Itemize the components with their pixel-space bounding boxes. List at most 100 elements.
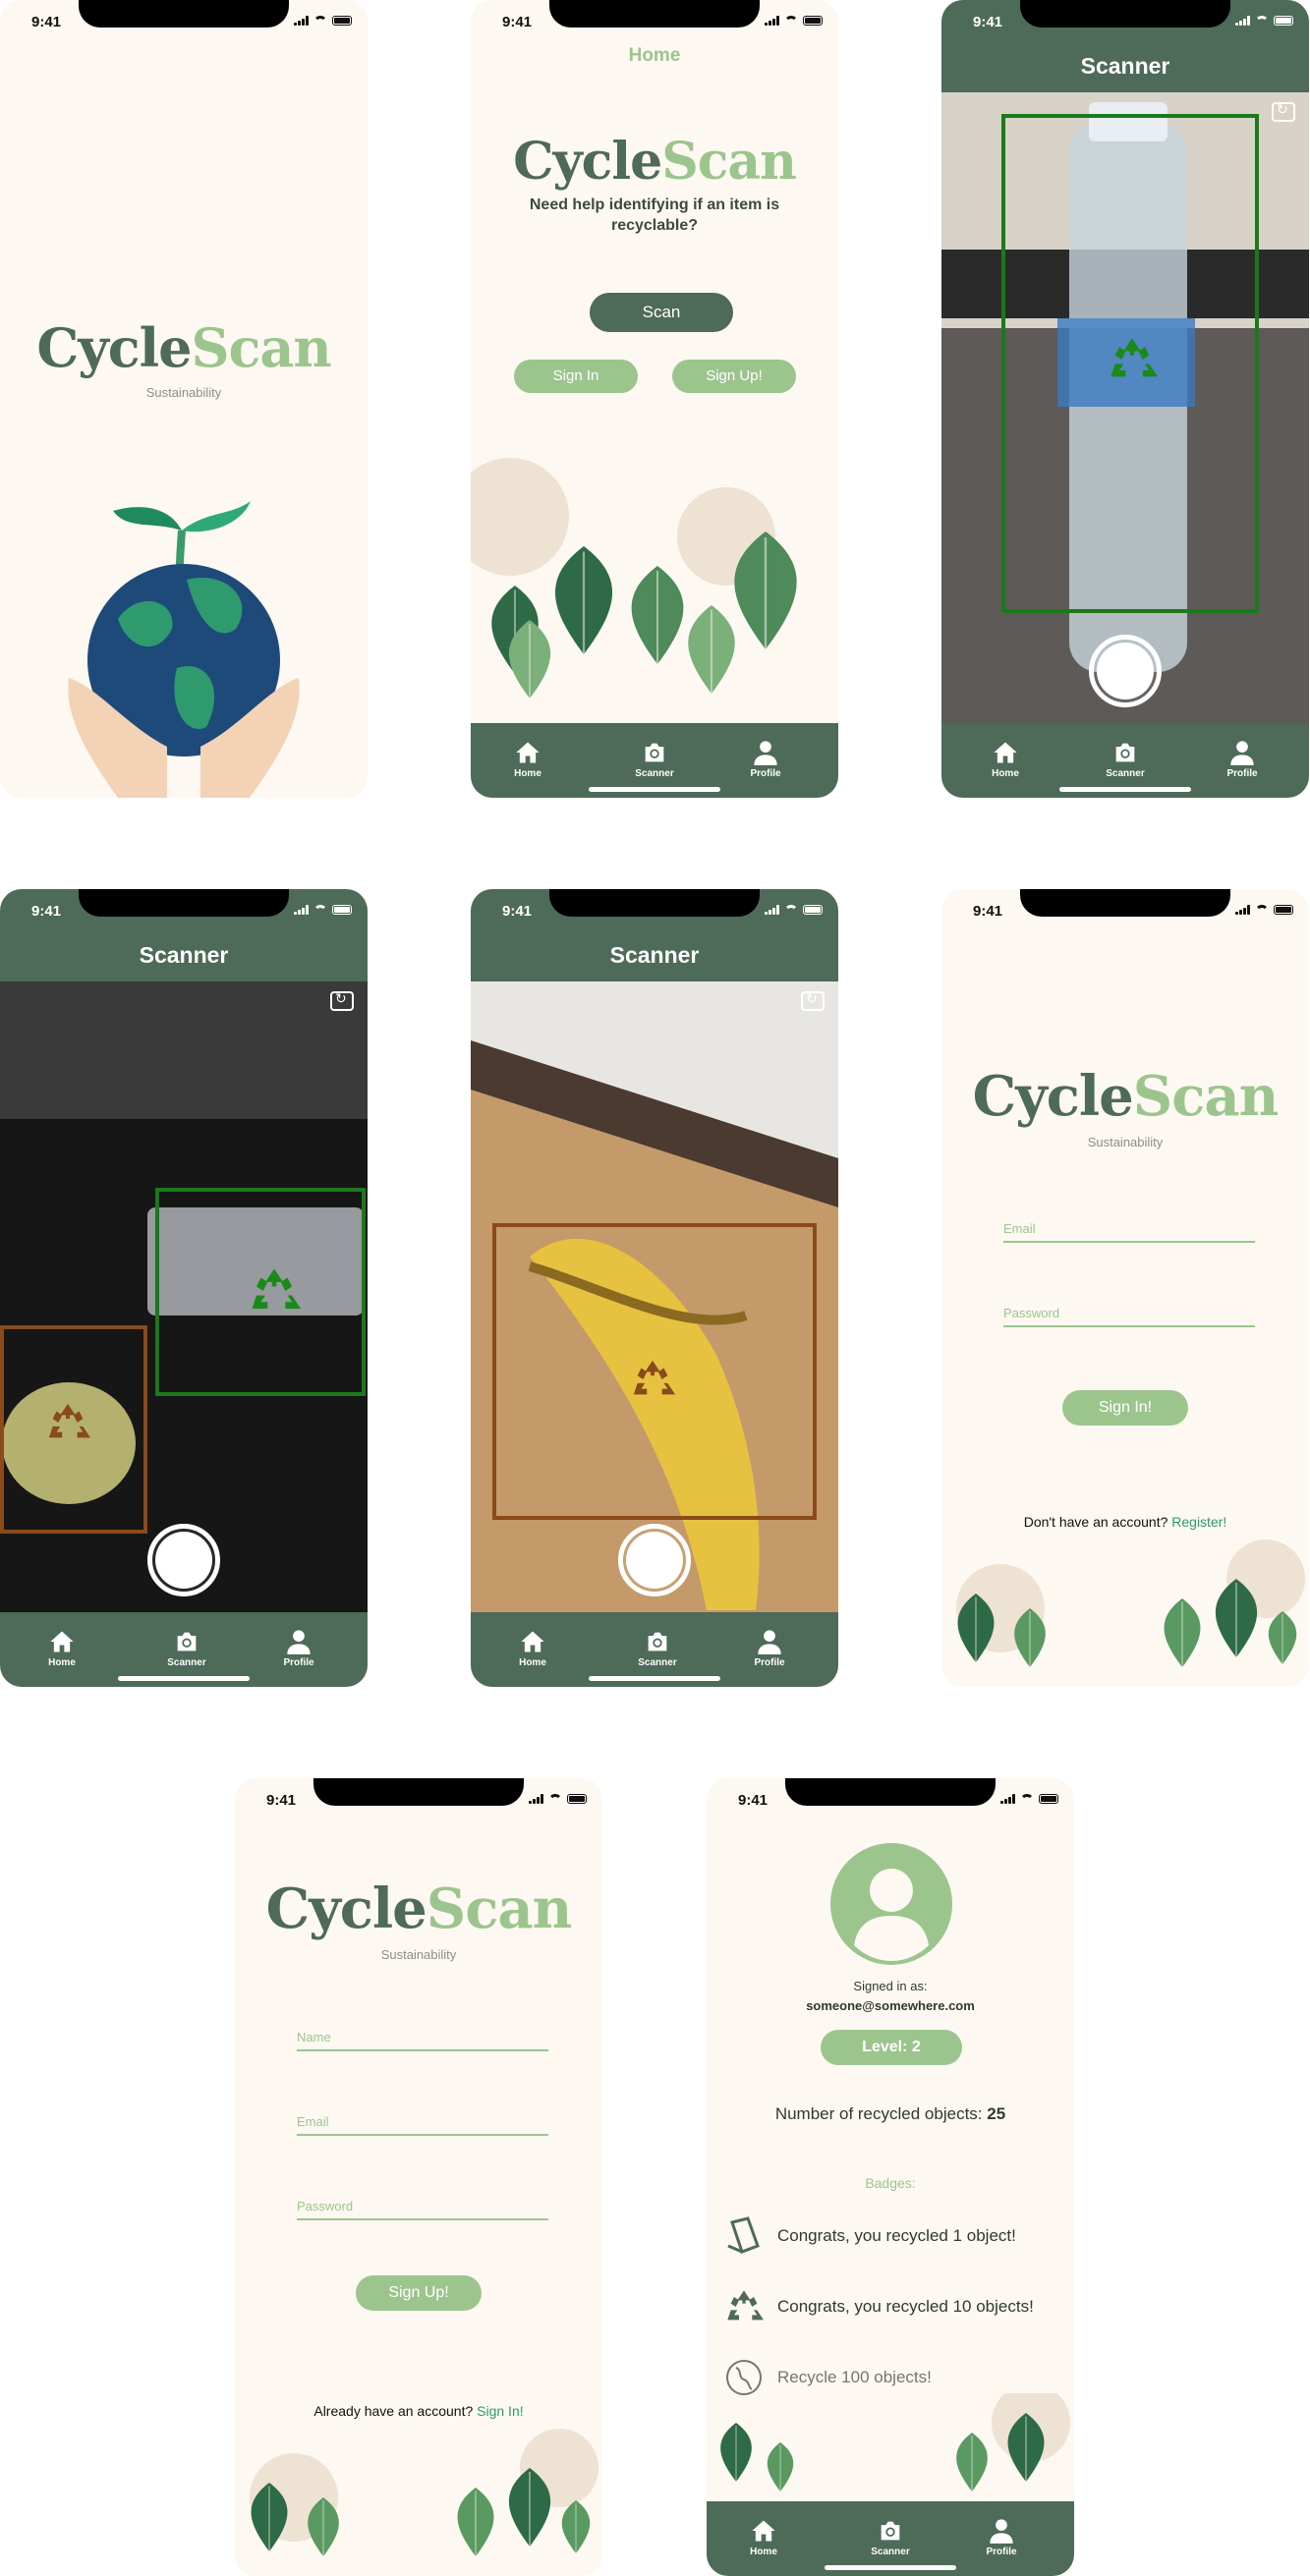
- battery-icon: [1039, 1794, 1058, 1804]
- battery-icon: [332, 16, 352, 26]
- signal-icon: [765, 16, 779, 26]
- signal-icon: [529, 1794, 543, 1804]
- badge-item: Congrats, you recycled 10 objects!: [724, 2287, 1034, 2326]
- leaves-illustration: [471, 458, 838, 700]
- shutter-button[interactable]: [147, 1524, 220, 1596]
- shutter-button[interactable]: [1089, 635, 1162, 707]
- home-icon: [992, 739, 1019, 766]
- home-indicator: [825, 2565, 956, 2570]
- page-title: Scanner: [1080, 53, 1170, 79]
- recycle-icon: [1107, 334, 1158, 385]
- home-indicator: [1059, 787, 1191, 792]
- tab-scanner[interactable]: Scanner: [625, 739, 684, 779]
- badges-title: Badges:: [865, 2175, 916, 2191]
- status-bar: 9:41: [471, 899, 838, 920]
- recycle-icon: [724, 2287, 764, 2326]
- tab-profile[interactable]: Profile: [269, 1628, 328, 1668]
- signal-icon: [765, 905, 779, 915]
- flip-camera-icon[interactable]: [801, 990, 825, 1011]
- badge-item: Congrats, you recycled 1 object!: [724, 2216, 1016, 2256]
- globe-icon: [726, 2360, 762, 2395]
- email-field[interactable]: Email: [1003, 1221, 1255, 1243]
- sign-in-link[interactable]: Sign In!: [477, 2403, 523, 2419]
- recycle-icon: [248, 1264, 301, 1317]
- tab-home[interactable]: Home: [503, 1628, 562, 1668]
- tab-home[interactable]: Home: [976, 739, 1035, 779]
- signal-icon: [294, 16, 309, 26]
- status-time: 9:41: [502, 903, 533, 920]
- tab-profile[interactable]: Profile: [736, 739, 795, 779]
- status-time: 9:41: [266, 1792, 297, 1809]
- tab-scanner[interactable]: Scanner: [157, 1628, 216, 1668]
- tagline: Sustainability: [145, 385, 222, 400]
- sign-in-prompt: Already have an account? Sign In!: [313, 2403, 524, 2419]
- app-logo: CycleScan: [972, 1064, 1280, 1129]
- tagline: Sustainability: [1087, 1135, 1164, 1149]
- profile-icon: [285, 1628, 313, 1655]
- shutter-button[interactable]: [618, 1524, 691, 1596]
- tab-scanner[interactable]: Scanner: [628, 1628, 687, 1668]
- status-bar: 9:41: [941, 899, 1309, 920]
- profile-icon: [756, 1628, 783, 1655]
- sign-up-button[interactable]: Sign Up!: [356, 2275, 482, 2311]
- wifi-icon: [548, 1794, 562, 1804]
- battery-icon: [1274, 905, 1293, 915]
- tab-profile[interactable]: Profile: [1213, 739, 1272, 779]
- tab-scanner[interactable]: Scanner: [1096, 739, 1155, 779]
- scanner-screen-mixed: Scanner 9:41 Home Scanner Profile: [0, 889, 368, 1687]
- register-prompt: Don't have an account? Register!: [1023, 1514, 1227, 1530]
- home-indicator: [589, 787, 720, 792]
- wifi-icon: [313, 16, 327, 26]
- home-indicator: [118, 1676, 250, 1681]
- tab-home[interactable]: Home: [498, 739, 557, 779]
- flip-camera-icon[interactable]: [330, 990, 354, 1011]
- battery-icon: [567, 1794, 587, 1804]
- tab-home[interactable]: Home: [734, 2517, 793, 2557]
- password-field[interactable]: Password: [297, 2199, 548, 2220]
- level-badge: Level: 2: [821, 2030, 962, 2065]
- user-email: someone@somewhere.com: [806, 1998, 975, 2013]
- status-bar: 9:41: [941, 10, 1309, 30]
- wifi-icon: [1020, 1794, 1034, 1804]
- status-time: 9:41: [973, 14, 1003, 30]
- page-title: Home: [628, 45, 681, 66]
- status-time: 9:41: [31, 903, 62, 920]
- tab-profile[interactable]: Profile: [972, 2517, 1031, 2557]
- status-time: 9:41: [738, 1792, 769, 1809]
- scan-button[interactable]: Scan: [590, 293, 733, 332]
- status-bar: 9:41: [0, 899, 368, 920]
- compost-icon: [630, 1357, 675, 1402]
- home-icon: [750, 2517, 777, 2545]
- app-logo: CycleScan: [36, 316, 331, 379]
- name-field[interactable]: Name: [297, 2030, 548, 2051]
- status-bar: 9:41: [0, 10, 368, 30]
- recycled-count-line: Number of recycled objects: 25: [774, 2104, 1006, 2123]
- status-bar: 9:41: [707, 1788, 1074, 1809]
- email-field[interactable]: Email: [297, 2114, 548, 2136]
- password-field[interactable]: Password: [1003, 1306, 1255, 1327]
- page-title: Scanner: [139, 942, 229, 968]
- bottle-icon: [727, 2216, 760, 2254]
- sign-up-button[interactable]: Sign Up!: [672, 360, 796, 393]
- flip-camera-icon[interactable]: [1272, 101, 1295, 122]
- battery-icon: [803, 16, 823, 26]
- wifi-icon: [784, 905, 798, 915]
- sign-in-button[interactable]: Sign In!: [1062, 1390, 1188, 1426]
- home-screen: 9:41 Home CycleScan Need help identifyin…: [471, 0, 838, 798]
- scanner-screen-bottle: Scanner 9:41 Home Scanner Profile: [941, 0, 1309, 798]
- tab-profile[interactable]: Profile: [740, 1628, 799, 1668]
- home-indicator: [589, 1676, 720, 1681]
- leaves-illustration: [719, 2393, 1070, 2492]
- home-icon: [48, 1628, 76, 1655]
- camera-icon: [172, 1628, 201, 1655]
- leaves-illustration: [250, 2429, 598, 2558]
- tab-scanner[interactable]: Scanner: [861, 2517, 920, 2557]
- profile-icon: [1228, 739, 1256, 766]
- sign-in-button[interactable]: Sign In: [514, 360, 638, 393]
- status-bar: 9:41: [471, 10, 838, 30]
- page-title: Scanner: [609, 942, 700, 968]
- status-bar: 9:41: [235, 1788, 602, 1809]
- app-logo: CycleScan: [265, 1876, 573, 1941]
- tab-home[interactable]: Home: [32, 1628, 91, 1668]
- register-link[interactable]: Register!: [1171, 1514, 1226, 1530]
